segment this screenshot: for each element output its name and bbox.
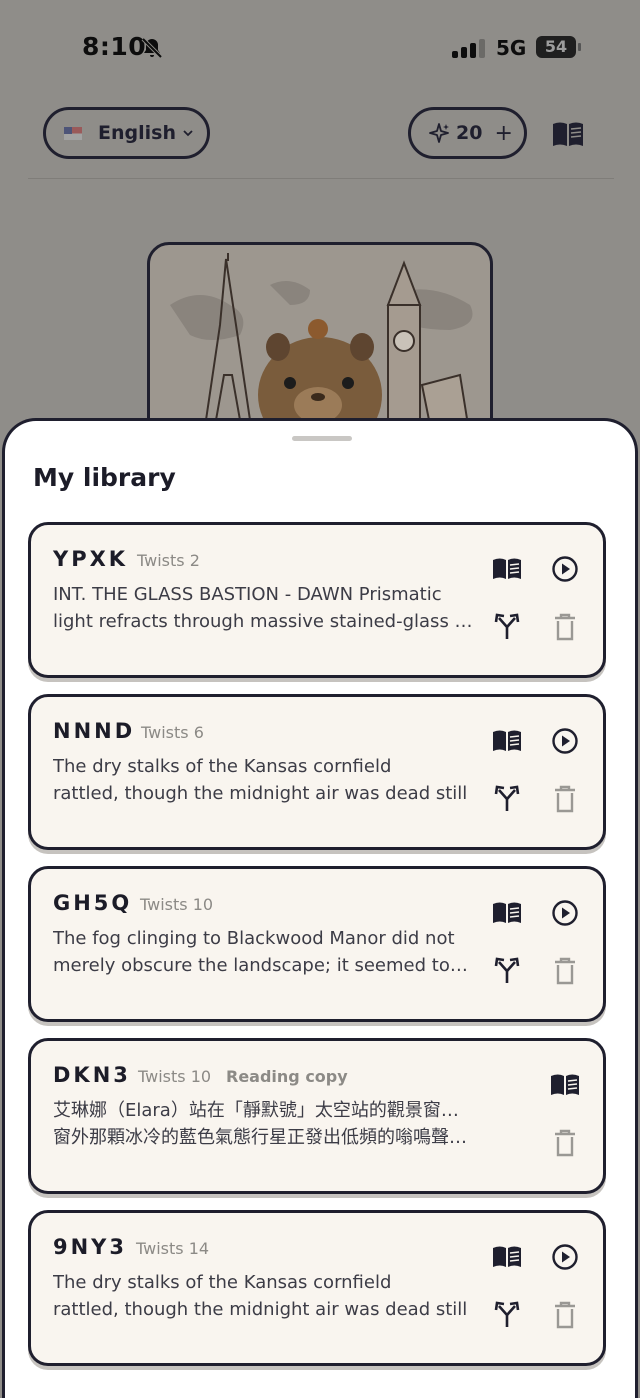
snippet-line: 艾琳娜（Elara）站在「靜默號」太空站的觀景窗前， [53, 1100, 473, 1121]
delete-button[interactable] [549, 1301, 581, 1333]
network-label: 5G [496, 36, 527, 60]
bell-slash-icon [141, 37, 163, 59]
snippet-line: INT. THE GLASS BASTION - DAWN Prismatic [53, 584, 442, 605]
twists-count: Twists 6 [141, 723, 204, 742]
us-flag-icon [64, 126, 82, 140]
delete-button[interactable] [549, 613, 581, 645]
branch-button[interactable] [491, 1301, 523, 1333]
snippet-line: light refracts through massive stained-g… [53, 611, 473, 632]
chevron-down-icon [183, 130, 193, 137]
signal-icon [452, 38, 488, 58]
twists-count: Twists 10 [140, 895, 214, 914]
story-code: 9NY3 [53, 1235, 128, 1259]
play-circle-icon [551, 899, 579, 931]
play-button[interactable] [549, 1243, 581, 1275]
branch-fork-icon [494, 613, 520, 645]
story-snippet: The dry stalks of the Kansas cornfield r… [53, 753, 473, 807]
story-code: YPXK [53, 547, 129, 571]
open-book-icon [492, 1245, 522, 1273]
open-book-icon [492, 729, 522, 757]
story-code: GH5Q [53, 891, 133, 915]
read-button[interactable] [491, 1243, 523, 1275]
sheet-drag-handle[interactable] [292, 436, 352, 441]
delete-button[interactable] [549, 1129, 581, 1161]
library-card[interactable]: YPXK Twists 2 INT. THE GLASS BASTION - DA… [28, 522, 606, 678]
delete-button[interactable] [549, 957, 581, 989]
snippet-line: The dry stalks of the Kansas cornfield [53, 756, 392, 777]
credits-button[interactable]: 20 + [408, 107, 527, 159]
snippet-line: rattled, though the midnight air was dea… [53, 1299, 468, 1320]
library-card[interactable]: 9NY3 Twists 14 The dry stalks of the Kans… [28, 1210, 606, 1366]
reading-copy-badge: Reading copy [226, 1067, 348, 1086]
status-bar: 8:10 5G 54 [0, 0, 640, 96]
language-selector[interactable]: English [43, 107, 210, 159]
credits-count: 20 [456, 122, 483, 144]
read-button[interactable] [491, 555, 523, 587]
trash-icon [553, 957, 577, 989]
play-button[interactable] [549, 555, 581, 587]
play-button[interactable] [549, 899, 581, 931]
open-book-icon [492, 557, 522, 585]
branch-button[interactable] [491, 957, 523, 989]
twists-count: Twists 10 [138, 1067, 212, 1086]
story-code: NNND [53, 719, 136, 743]
library-card[interactable]: DKN3 Twists 10 Reading copy 艾琳娜（Elara）站在「靜… [28, 1038, 606, 1194]
branch-fork-icon [494, 957, 520, 989]
read-button[interactable] [549, 1071, 581, 1103]
play-button[interactable] [549, 727, 581, 759]
story-snippet: The fog clinging to Blackwood Manor did … [53, 925, 473, 979]
header-divider [28, 178, 614, 179]
snippet-line: The dry stalks of the Kansas cornfield [53, 1272, 392, 1293]
library-card[interactable]: NNND Twists 6 The dry stalks of the Kansa… [28, 694, 606, 850]
play-circle-icon [551, 1243, 579, 1275]
trash-icon [553, 785, 577, 817]
delete-button[interactable] [549, 785, 581, 817]
status-time: 8:10 [82, 32, 147, 61]
library-card[interactable]: GH5Q Twists 10 The fog clinging to Blackw… [28, 866, 606, 1022]
library-title: My library [33, 463, 176, 492]
play-circle-icon [551, 727, 579, 759]
trash-icon [553, 1301, 577, 1333]
play-circle-icon [551, 555, 579, 587]
open-book-icon [492, 901, 522, 929]
trash-icon [553, 613, 577, 645]
sparkle-icon [429, 123, 449, 143]
read-button[interactable] [491, 727, 523, 759]
branch-button[interactable] [491, 785, 523, 817]
library-book-icon[interactable] [551, 120, 585, 148]
branch-fork-icon [494, 785, 520, 817]
snippet-line: merely obscure the landscape; it seemed … [53, 955, 473, 976]
branch-fork-icon [494, 1301, 520, 1333]
twists-count: Twists 2 [137, 551, 200, 570]
snippet-line: rattled, though the midnight air was dea… [53, 783, 468, 804]
story-snippet: INT. THE GLASS BASTION - DAWN Prismatic … [53, 581, 473, 635]
read-button[interactable] [491, 899, 523, 931]
language-label: English [98, 122, 176, 144]
add-credits-label: + [494, 120, 513, 146]
story-code: DKN3 [53, 1063, 131, 1087]
snippet-line: The fog clinging to Blackwood Manor did … [53, 928, 455, 949]
story-snippet: 艾琳娜（Elara）站在「靜默號」太空站的觀景窗前， 窗外那顆冰冷的藍色氣態行星… [53, 1097, 473, 1151]
story-snippet: The dry stalks of the Kansas cornfield r… [53, 1269, 473, 1323]
twists-count: Twists 14 [136, 1239, 210, 1258]
snippet-line: 窗外那顆冰冷的藍色氣態行星正發出低頻的嗡鳴聲。深沉 [53, 1127, 473, 1148]
branch-button[interactable] [491, 613, 523, 645]
battery-icon: 54 [536, 36, 581, 58]
trash-icon [553, 1129, 577, 1161]
open-book-icon [550, 1073, 580, 1101]
